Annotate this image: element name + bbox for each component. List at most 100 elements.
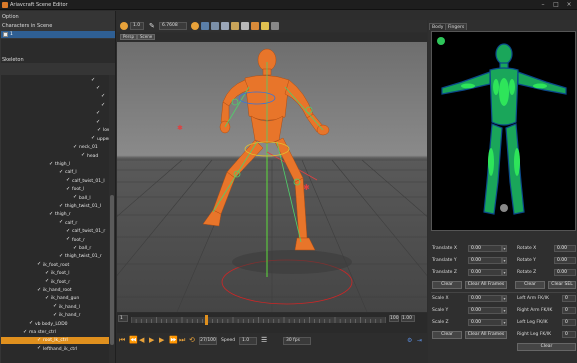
prev-frame-icon[interactable]: ◀ bbox=[139, 337, 144, 344]
speed-select[interactable]: 1.0 bbox=[239, 337, 257, 345]
tree-item[interactable]: ✓ bbox=[1, 77, 109, 84]
timer-icon[interactable] bbox=[120, 22, 128, 30]
camera-icon[interactable] bbox=[271, 22, 279, 30]
goto-start-icon[interactable]: ⏮ bbox=[119, 337, 125, 344]
layout-icon[interactable] bbox=[211, 22, 219, 30]
tree-item[interactable]: ✓ lefthand_ik_ctrl bbox=[1, 346, 109, 353]
tree-item[interactable]: ✓ ik_foot_r bbox=[1, 279, 109, 286]
tree-scrollbar[interactable] bbox=[109, 75, 115, 363]
scale-z-spinner[interactable]: ▾ bbox=[502, 319, 507, 326]
tree-checkbox-icon[interactable]: ✓ bbox=[96, 85, 100, 90]
light-icon[interactable] bbox=[251, 22, 259, 30]
tab-body[interactable]: Body bbox=[429, 23, 447, 30]
tree-item[interactable]: ✓ calf_twist_01_l bbox=[1, 178, 109, 185]
tree-checkbox-icon[interactable]: ✓ bbox=[45, 295, 49, 300]
left-leg-fk-field[interactable]: 0 bbox=[562, 319, 576, 326]
tree-checkbox-icon[interactable]: ✓ bbox=[49, 211, 53, 216]
3d-viewport[interactable]: ✱ ✱ bbox=[117, 42, 427, 312]
tree-checkbox-icon[interactable]: ✓ bbox=[73, 195, 77, 200]
tree-item[interactable]: ✓ calf_l bbox=[1, 169, 109, 176]
tree-checkbox-icon[interactable]: ✓ bbox=[97, 127, 101, 132]
end-value-field[interactable]: 1.00 bbox=[401, 315, 415, 322]
playhead[interactable] bbox=[205, 315, 208, 325]
body-map[interactable] bbox=[431, 31, 576, 231]
tree-checkbox-icon[interactable]: ✓ bbox=[45, 270, 49, 275]
tree-checkbox-icon[interactable]: ✓ bbox=[59, 203, 63, 208]
tree-checkbox-icon[interactable]: ✓ bbox=[66, 186, 70, 191]
tree-item[interactable]: ✓ ik_hand_gun bbox=[1, 295, 109, 302]
tree-item[interactable]: ✓lowe bbox=[1, 127, 109, 134]
grid-view-icon[interactable] bbox=[201, 22, 209, 30]
tree-checkbox-icon[interactable]: ✓ bbox=[101, 102, 105, 107]
tree-checkbox-icon[interactable]: ✓ bbox=[37, 337, 41, 342]
clear-scale-button[interactable]: Clear bbox=[432, 331, 462, 339]
tree-item[interactable]: ✓ calf_twist_01_r bbox=[1, 228, 109, 235]
clear-translate-button[interactable]: Clear bbox=[432, 281, 462, 289]
tree-checkbox-icon[interactable]: ✓ bbox=[91, 136, 95, 141]
tree-item[interactable]: ✓ ik_hand_root bbox=[1, 287, 109, 294]
tab-persp[interactable]: Persp bbox=[120, 34, 137, 40]
tree-checkbox-icon[interactable]: ✓ bbox=[49, 161, 53, 166]
tab-scene[interactable]: Scene bbox=[137, 34, 156, 40]
scale-x-field[interactable]: 0.00 bbox=[468, 295, 502, 302]
export-icon[interactable]: ⇥ bbox=[417, 337, 422, 344]
tab-fingers[interactable]: Fingers bbox=[445, 23, 468, 30]
tree-checkbox-icon[interactable]: ✓ bbox=[66, 237, 70, 242]
close-icon[interactable]: × bbox=[563, 1, 575, 9]
tree-item[interactable]: ✓ foot_l bbox=[1, 186, 109, 193]
scale-y-spinner[interactable]: ▾ bbox=[502, 307, 507, 314]
end-frame-field[interactable]: 100 bbox=[389, 315, 399, 322]
translate-z-spinner[interactable]: ▾ bbox=[502, 269, 507, 276]
tree-checkbox-icon[interactable]: ✓ bbox=[96, 111, 100, 116]
value-field[interactable]: 6.7608 bbox=[159, 22, 187, 30]
right-arm-fk-field[interactable]: 0 bbox=[562, 307, 576, 314]
tree-item[interactable]: ✓ neck_01 bbox=[1, 144, 109, 151]
rotate-y-field[interactable]: 0.00 bbox=[554, 257, 576, 264]
tree-checkbox-icon[interactable]: ✓ bbox=[37, 287, 41, 292]
rotate-z-field[interactable]: 0.00 bbox=[554, 269, 576, 276]
loop-icon[interactable]: ⟲ bbox=[189, 337, 195, 344]
tree-item[interactable]: ✓ thigh_twist_01_l bbox=[1, 203, 109, 210]
goto-end-icon[interactable]: ⏭ bbox=[179, 337, 185, 344]
frame-field[interactable]: 1.0 bbox=[130, 22, 144, 30]
tree-item[interactable]: ✓uppere bbox=[1, 136, 109, 143]
tree-checkbox-icon[interactable]: ✓ bbox=[91, 77, 95, 82]
tree-item[interactable]: ✓ ik_hand_r bbox=[1, 312, 109, 319]
translate-x-spinner[interactable]: ▾ bbox=[502, 245, 507, 252]
scale-x-spinner[interactable]: ▾ bbox=[502, 295, 507, 302]
tree-item[interactable]: ✓ bbox=[1, 94, 109, 101]
star-icon[interactable] bbox=[261, 22, 269, 30]
tree-scrollbar-thumb[interactable] bbox=[110, 195, 114, 345]
tree-checkbox-icon[interactable]: ✓ bbox=[66, 228, 70, 233]
translate-x-field[interactable]: 0.00 bbox=[468, 245, 502, 252]
tree-checkbox-icon[interactable]: ✓ bbox=[37, 346, 41, 351]
record-icon[interactable] bbox=[191, 22, 199, 30]
maximize-icon[interactable]: □ bbox=[550, 1, 562, 9]
scale-z-field[interactable]: 0.00 bbox=[468, 319, 502, 326]
tree-item[interactable]: ✓ ik_foot_l bbox=[1, 270, 109, 277]
tree-checkbox-icon[interactable]: ✓ bbox=[73, 245, 77, 250]
start-frame-field[interactable]: 1 bbox=[118, 315, 128, 322]
tree-item[interactable]: ✓ foot_r bbox=[1, 237, 109, 244]
fps-select[interactable]: 30 fps bbox=[283, 337, 311, 345]
tree-item[interactable]: ✓ ball_r bbox=[1, 245, 109, 252]
pen-icon[interactable]: ✎ bbox=[149, 22, 157, 30]
play-icon[interactable]: ▶ bbox=[149, 337, 154, 344]
character-list-item[interactable]: 1 bbox=[1, 31, 115, 38]
tree-checkbox-icon[interactable]: ✓ bbox=[81, 153, 85, 158]
rotate-x-field[interactable]: 0.00 bbox=[554, 245, 576, 252]
tree-checkbox-icon[interactable]: ✓ bbox=[96, 119, 100, 124]
tree-checkbox-icon[interactable]: ✓ bbox=[37, 262, 41, 267]
right-leg-fk-field[interactable]: 0 bbox=[562, 331, 576, 338]
tree-item[interactable]: ✓ vb body_LOD0 bbox=[1, 321, 109, 328]
translate-z-field[interactable]: 0.00 bbox=[468, 269, 502, 276]
tree-item[interactable]: ✓ bbox=[1, 111, 109, 118]
timeline[interactable]: 1 100 1.00 bbox=[117, 313, 427, 333]
tree-checkbox-icon[interactable]: ✓ bbox=[23, 329, 27, 334]
tree-item[interactable]: ✓ thigh_l bbox=[1, 161, 109, 168]
tree-item[interactable]: ✓ bbox=[1, 102, 109, 109]
next-frame-icon[interactable]: ▶ bbox=[159, 337, 164, 344]
tree-item[interactable]: ✓ ik_foot_root bbox=[1, 262, 109, 269]
tree-checkbox-icon[interactable]: ✓ bbox=[59, 220, 63, 225]
clear-scale-all-frames-button[interactable]: Clear All Frames bbox=[465, 331, 507, 339]
